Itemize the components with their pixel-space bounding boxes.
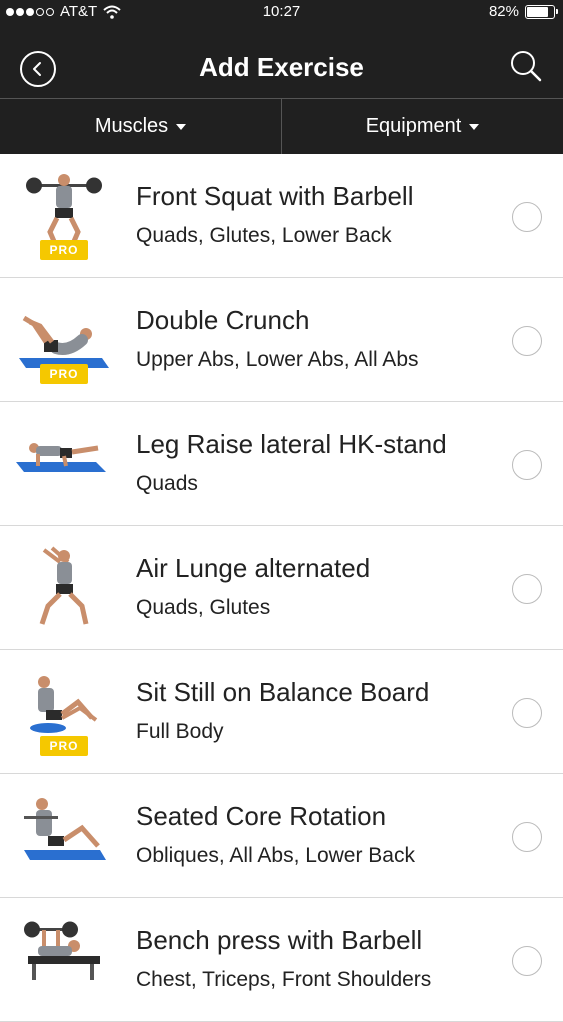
exercise-name: Bench press with Barbell (136, 925, 423, 955)
battery-level (527, 6, 549, 17)
pro-badge: PRO (40, 364, 88, 384)
exercise-name: Double Crunch (136, 305, 310, 335)
exercise-row[interactable]: Bench press with Barbell Chest, Triceps,… (0, 898, 563, 1022)
exercise-muscles: Obliques, All Abs, Lower Back (136, 844, 415, 867)
page-title: Add Exercise (199, 52, 364, 82)
filter-bar: Muscles Equipment (0, 98, 563, 154)
equipment-filter-label: Equipment (365, 115, 462, 137)
exercise-row[interactable]: PRO Sit Still on Balance Board Full Body (0, 650, 563, 774)
select-radio[interactable] (512, 450, 542, 480)
exercise-row[interactable]: Air Lunge alternated Quads, Glutes (0, 526, 563, 650)
select-radio[interactable] (512, 946, 542, 976)
clock: 10:27 (262, 3, 301, 20)
leg-raise-illustration (16, 443, 106, 472)
seated-core-rotation-illustration (24, 798, 106, 860)
muscles-filter-dropdown[interactable]: Muscles (0, 99, 281, 154)
caret-down-icon (469, 123, 480, 130)
exercise-muscles: Quads, Glutes, Lower Back (136, 224, 392, 247)
exercise-row[interactable]: Seated Core Rotation Obliques, All Abs, … (0, 774, 563, 898)
select-radio[interactable] (512, 698, 542, 728)
battery-icon (525, 4, 558, 19)
pro-badge: PRO (40, 240, 88, 260)
exercise-muscles: Upper Abs, Lower Abs, All Abs (136, 348, 419, 371)
exercise-name: Leg Raise lateral HK-stand (136, 429, 447, 459)
exercise-name: Sit Still on Balance Board (136, 677, 430, 707)
exercise-name: Air Lunge alternated (136, 553, 371, 583)
exercise-muscles: Full Body (136, 720, 224, 743)
exercise-row[interactable]: PRO Front Squat with Barbell Quads, Glut… (0, 154, 563, 278)
exercise-muscles: Chest, Triceps, Front Shoulders (136, 968, 432, 991)
equipment-filter-dropdown[interactable]: Equipment (281, 99, 563, 154)
select-radio[interactable] (512, 574, 542, 604)
muscles-filter-label: Muscles (94, 115, 169, 137)
exercise-name: Seated Core Rotation (136, 801, 387, 831)
exercise-row[interactable]: Leg Raise lateral HK-stand Quads (0, 402, 563, 526)
air-lunge-illustration (39, 546, 89, 625)
select-radio[interactable] (512, 202, 542, 232)
exercise-name: Front Squat with Barbell (136, 181, 414, 211)
status-right: 82% (488, 3, 558, 20)
exercise-row[interactable]: PRO Double Crunch Upper Abs, Lower Abs, … (0, 278, 563, 402)
exercise-list: PRO Front Squat with Barbell Quads, Glut… (0, 154, 563, 1022)
nav-bar: Add Exercise (0, 24, 563, 98)
search-icon (511, 51, 542, 82)
exercise-muscles: Quads, Glutes (136, 596, 271, 619)
caret-down-icon (176, 123, 187, 130)
select-radio[interactable] (512, 822, 542, 852)
select-radio[interactable] (512, 326, 542, 356)
battery-percent: 82% (488, 3, 519, 20)
status-bar: AT&T 10:27 82% (0, 0, 563, 24)
pro-badge: PRO (40, 736, 88, 756)
search-button[interactable] (509, 49, 543, 83)
bench-press-illustration (24, 921, 100, 980)
exercise-muscles: Quads (136, 472, 198, 495)
